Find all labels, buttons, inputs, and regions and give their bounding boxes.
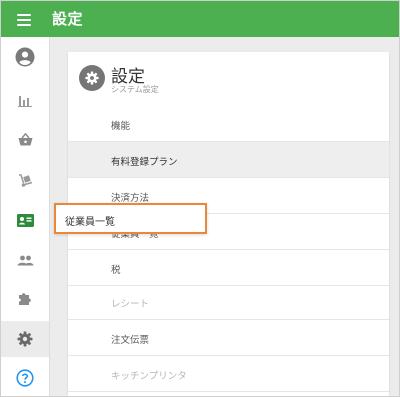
sidebar-item-settings[interactable] bbox=[1, 321, 49, 357]
page-title: 設定 bbox=[52, 10, 84, 28]
puzzle-icon bbox=[18, 292, 31, 305]
gear-icon bbox=[17, 331, 33, 347]
employee-card-icon bbox=[16, 213, 34, 227]
sidebar-item-delivery[interactable] bbox=[1, 162, 49, 198]
sidebar-item-reports[interactable] bbox=[1, 82, 49, 118]
bar-chart-icon bbox=[18, 95, 32, 107]
menu-item-order-slip[interactable]: 注文伝票 bbox=[68, 320, 389, 356]
sidebar-item-orders[interactable] bbox=[1, 121, 49, 157]
menu-item-features[interactable]: 機能 bbox=[68, 106, 389, 142]
card-subtitle: システム設定 bbox=[111, 85, 159, 94]
truck-icon bbox=[18, 173, 32, 187]
card-header: 設定 システム設定 bbox=[68, 52, 389, 100]
menu-item-label: 機能 bbox=[111, 121, 131, 132]
sidebar-item-employees[interactable] bbox=[1, 202, 49, 238]
sidebar-item-help[interactable] bbox=[1, 360, 49, 396]
people-icon bbox=[17, 255, 33, 265]
top-bar: 設定 bbox=[1, 1, 399, 37]
tooltip-label: 従業員一覧 bbox=[65, 217, 115, 228]
menu-item-label: レシート bbox=[111, 299, 150, 310]
menu-item-label: 決済方法 bbox=[111, 193, 150, 204]
sidebar bbox=[1, 37, 50, 396]
basket-icon bbox=[18, 132, 32, 145]
sidebar-item-customers[interactable] bbox=[1, 242, 49, 278]
settings-header-icon bbox=[79, 65, 105, 91]
hamburger-menu-icon[interactable] bbox=[14, 10, 34, 28]
menu-item-paid-plan[interactable]: 有料登録プラン bbox=[68, 142, 389, 178]
sidebar-item-account[interactable] bbox=[1, 39, 49, 75]
help-icon bbox=[16, 369, 34, 387]
sidebar-tooltip: 従業員一覧 bbox=[54, 203, 207, 234]
sidebar-item-extensions[interactable] bbox=[1, 280, 49, 316]
menu-item-kitchen-printer[interactable]: キッチンプリンタ bbox=[68, 356, 389, 392]
menu-item-receipt[interactable]: レシート bbox=[68, 284, 389, 320]
menu-item-label: 有料登録プラン bbox=[111, 157, 178, 168]
menu-item-tax[interactable]: 税 bbox=[68, 250, 389, 286]
menu-item-label: 注文伝票 bbox=[111, 335, 150, 346]
gear-icon bbox=[85, 71, 99, 85]
menu-item-label: キッチンプリンタ bbox=[111, 371, 187, 382]
app-frame: 設定 設定 システム設定 機能 有料登録プラン 決済方法 従業員一覧 税 レシー… bbox=[0, 0, 400, 397]
account-icon bbox=[15, 47, 35, 67]
menu-item-label: 税 bbox=[111, 265, 121, 276]
